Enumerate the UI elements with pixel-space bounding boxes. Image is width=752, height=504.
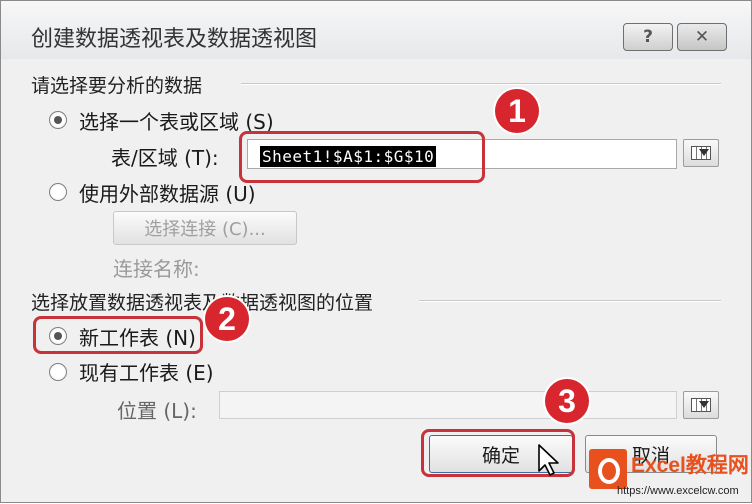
connection-name-label: 连接名称: xyxy=(113,257,200,281)
collapse-arrow-icon xyxy=(699,401,709,408)
radio-existing-worksheet[interactable] xyxy=(49,363,67,381)
table-range-label: 表/区域 (T): xyxy=(111,146,219,170)
location-input[interactable] xyxy=(219,391,677,419)
highlight-new-worksheet xyxy=(33,316,203,354)
collapse-arrow-icon xyxy=(699,149,709,156)
watermark-url: https://www.excelcw.com xyxy=(617,485,739,497)
watermark-title: Excel教程网 xyxy=(631,454,749,477)
highlight-table-range xyxy=(239,131,485,183)
table-range-collapse-button[interactable] xyxy=(683,139,719,167)
watermark: Excel教程网 https://www.excelcw.com xyxy=(587,445,752,504)
location-label: 位置 (L): xyxy=(117,399,197,423)
option-existing-worksheet-label[interactable]: 现有工作表 (E) xyxy=(79,357,214,386)
source-group-title: 请选择要分析的数据 xyxy=(31,75,203,97)
step-badge-2: 2 xyxy=(205,297,249,341)
option-external-source-label[interactable]: 使用外部数据源 (U) xyxy=(79,178,256,207)
close-button[interactable]: ✕ xyxy=(677,23,727,51)
location-group-divider xyxy=(419,300,721,302)
step-badge-1: 1 xyxy=(495,89,539,133)
choose-connection-button[interactable]: 选择连接 (C)... xyxy=(113,211,297,245)
mouse-cursor-icon xyxy=(538,444,559,476)
help-button[interactable]: ? xyxy=(623,23,673,51)
title-bar: 创建数据透视表及数据透视图 ? ✕ xyxy=(1,1,751,59)
location-group-title: 选择放置数据透视表及数据透视图的位置 xyxy=(31,292,374,314)
create-pivot-dialog: 创建数据透视表及数据透视图 ? ✕ 请选择要分析的数据 选择一个表或区域 (S)… xyxy=(0,0,752,503)
radio-table-range[interactable] xyxy=(49,111,67,129)
dialog-title: 创建数据透视表及数据透视图 xyxy=(31,27,318,52)
office-logo-icon xyxy=(589,449,627,489)
source-group-divider xyxy=(241,83,721,85)
radio-external-source[interactable] xyxy=(49,183,67,201)
location-collapse-button[interactable] xyxy=(683,391,719,419)
step-badge-3: 3 xyxy=(545,379,589,423)
